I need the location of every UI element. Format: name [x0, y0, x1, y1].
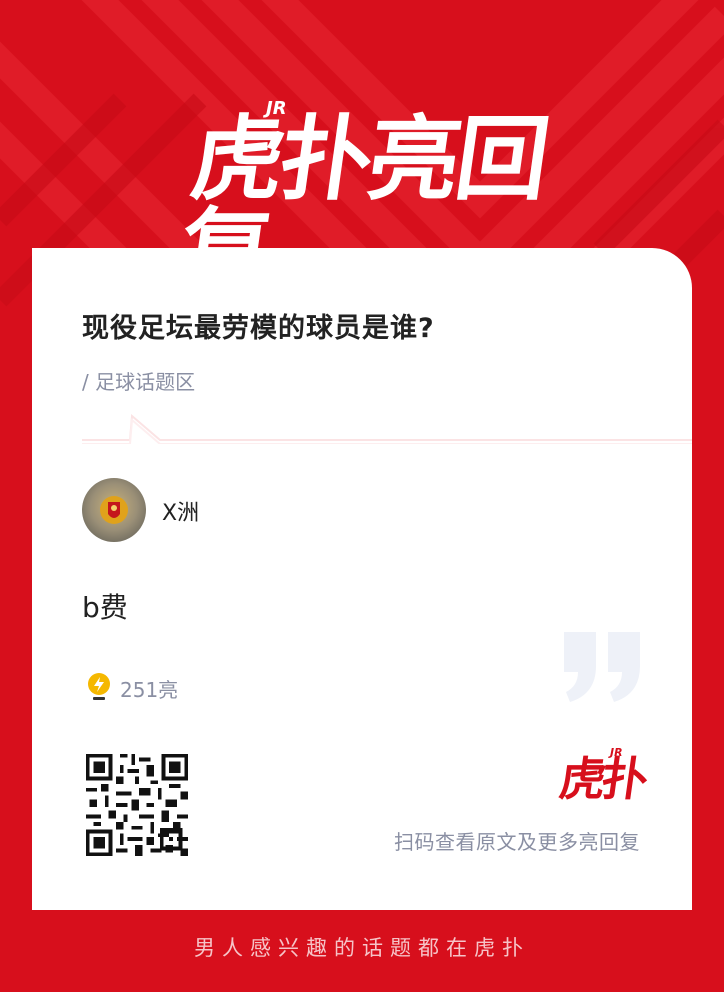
logo-jr-badge: JR [266, 98, 287, 119]
light-count-row[interactable]: 251亮 [86, 672, 178, 704]
section-label[interactable]: / 足球话题区 [82, 366, 195, 395]
post-title[interactable]: 现役足坛最劳模的球员是谁? [82, 306, 435, 345]
hupu-logo-badge: JR [610, 746, 623, 759]
reply-content: b费 [82, 591, 128, 624]
avatar-image [82, 478, 146, 542]
reply-card: 现役足坛最劳模的球员是谁? / 足球话题区 X洲 b费 251亮 虎扑 JR 扫… [32, 248, 692, 910]
tab-divider [82, 414, 692, 444]
light-count: 251亮 [120, 677, 179, 702]
avatar[interactable] [82, 478, 146, 542]
footer-slogan: 男人感兴趣的话题都在虎扑 [194, 936, 530, 960]
username[interactable]: X洲 [162, 495, 199, 527]
scan-hint: 扫码查看原文及更多亮回复 [394, 830, 640, 854]
hupu-highlight-reply-logo: 虎扑亮回复 JR [172, 96, 552, 305]
hupu-logo: 虎扑 JR [556, 746, 648, 810]
lightbulb-icon [88, 673, 110, 700]
hupu-logo-text: 虎扑 [556, 752, 648, 806]
quote-mark-icon [564, 632, 640, 702]
qr-code[interactable] [82, 750, 192, 860]
